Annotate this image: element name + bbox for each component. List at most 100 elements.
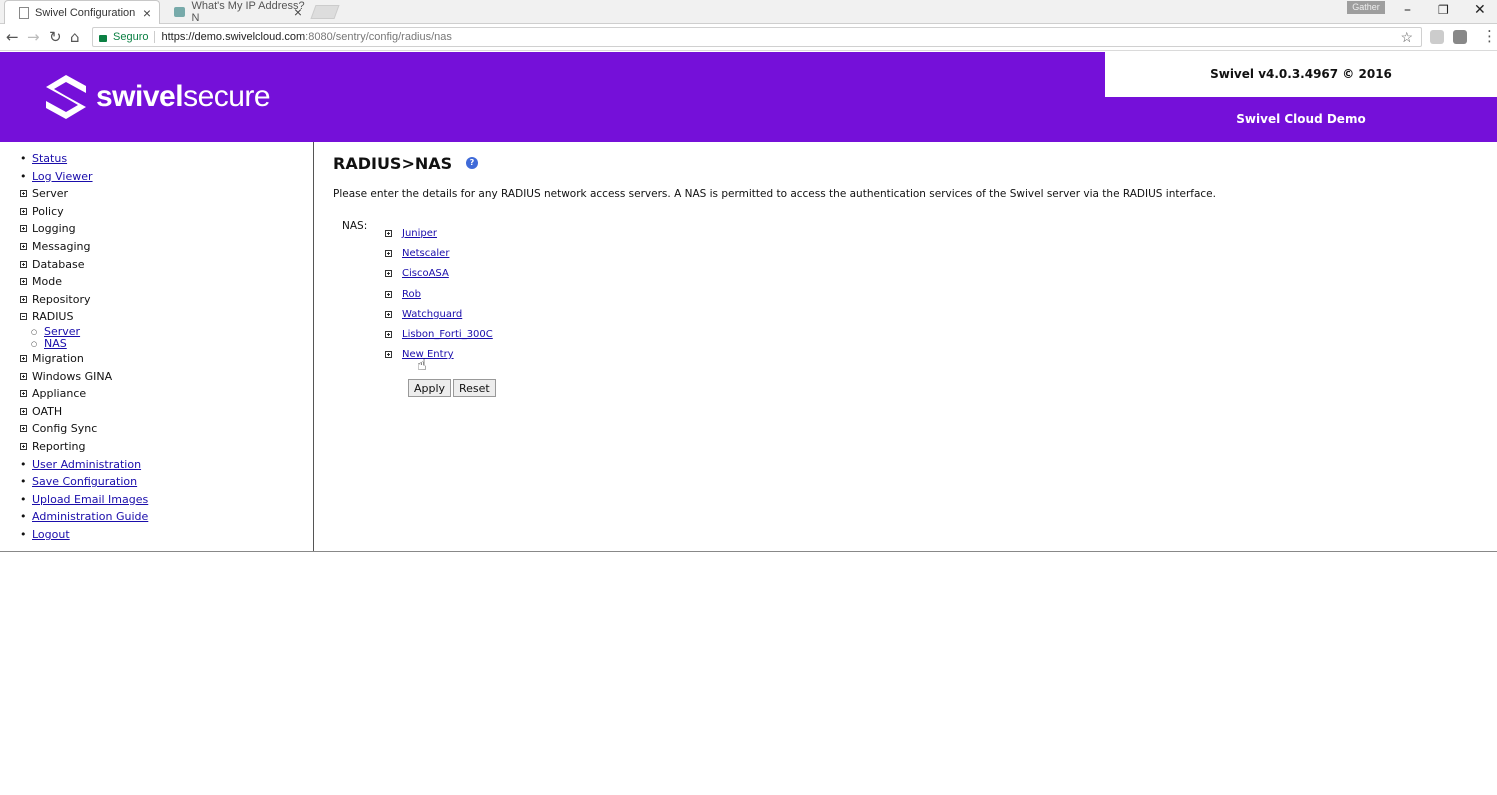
- sidebar-item-label: Windows GINA: [32, 369, 113, 383]
- expand-icon[interactable]: [20, 190, 27, 198]
- expand-icon[interactable]: [20, 260, 27, 268]
- sidebar-item-label: Server: [32, 187, 69, 201]
- expand-icon[interactable]: [385, 270, 392, 278]
- sidebar-item-user-administration: User Administration: [20, 456, 313, 474]
- sidebar-item-label: Config Sync: [32, 422, 98, 436]
- sidebar-item-label: Repository: [32, 292, 91, 306]
- sidebar-link-user-administration[interactable]: User Administration: [32, 458, 141, 471]
- expand-icon[interactable]: [385, 290, 392, 298]
- expand-icon[interactable]: [20, 278, 27, 286]
- nas-entry-link[interactable]: Rob: [402, 289, 421, 300]
- extension-lock-icon[interactable]: [1453, 30, 1467, 44]
- sidebar-link-administration-guide[interactable]: Administration Guide: [32, 510, 148, 523]
- apply-button[interactable]: Apply: [408, 379, 452, 397]
- tab-whats-my-ip[interactable]: What's My IP Address? N ×: [160, 0, 310, 24]
- reload-icon[interactable]: ↻: [49, 28, 62, 46]
- sidebar-item-label: Reporting: [32, 439, 86, 453]
- expand-icon[interactable]: [20, 372, 27, 380]
- sidebar-link-save-configuration[interactable]: Save Configuration: [32, 475, 137, 488]
- sidebar-item-label: Database: [32, 257, 85, 271]
- nas-entry-link[interactable]: Juniper: [402, 228, 437, 239]
- help-icon[interactable]: ?: [466, 157, 478, 169]
- sidebar-item-repository[interactable]: Repository: [20, 291, 313, 309]
- sidebar-link-radius-nas[interactable]: NAS: [44, 337, 67, 350]
- expand-icon[interactable]: [20, 390, 27, 398]
- forward-icon[interactable]: →: [27, 28, 40, 46]
- sidebar-item-appliance[interactable]: Appliance: [20, 385, 313, 403]
- swivelsecure-logo: swivelsecure: [46, 75, 271, 119]
- expand-icon[interactable]: [20, 425, 27, 433]
- expand-icon[interactable]: [20, 207, 27, 215]
- expand-icon[interactable]: [20, 354, 27, 362]
- sidebar-item-radius[interactable]: RADIUS: [20, 308, 313, 326]
- sidebar-link-logout[interactable]: Logout: [32, 528, 70, 541]
- sidebar-item-messaging[interactable]: Messaging: [20, 238, 313, 256]
- version-label: Swivel v4.0.3.4967 © 2016: [1105, 52, 1497, 97]
- sidebar-item-status: Status: [20, 150, 313, 168]
- sidebar-link-status[interactable]: Status: [32, 152, 67, 165]
- nas-entry-link[interactable]: Netscaler: [402, 248, 449, 259]
- sidebar-nav: Status Log Viewer Server Policy Logging …: [0, 142, 314, 552]
- instance-name: Swivel Cloud Demo: [1236, 112, 1366, 126]
- back-icon[interactable]: ←: [6, 28, 19, 46]
- collapse-icon[interactable]: [20, 313, 27, 321]
- tab-title: Swivel Configuration: [35, 6, 136, 19]
- expand-icon[interactable]: [385, 310, 392, 318]
- url-host: https://demo.swivelcloud.com: [161, 31, 306, 43]
- sidebar-item-reporting[interactable]: Reporting: [20, 438, 313, 456]
- expand-icon[interactable]: [20, 242, 27, 250]
- new-tab-button[interactable]: [310, 5, 340, 19]
- nas-entry-link[interactable]: Watchguard: [402, 309, 462, 320]
- sidebar-item-log-viewer: Log Viewer: [20, 168, 313, 186]
- window-close-icon[interactable]: ✕: [1474, 2, 1486, 18]
- extension-icon[interactable]: [1430, 30, 1444, 44]
- divider: [154, 31, 156, 43]
- logo-text-light: secure: [183, 80, 271, 113]
- expand-icon[interactable]: [20, 225, 27, 233]
- menu-icon[interactable]: ⋮: [1482, 27, 1497, 45]
- sidebar-item-policy[interactable]: Policy: [20, 203, 313, 221]
- minimize-icon[interactable]: –: [1404, 2, 1411, 18]
- sidebar-item-mode[interactable]: Mode: [20, 273, 313, 291]
- close-tab-icon[interactable]: ×: [294, 4, 302, 20]
- expand-icon[interactable]: [20, 295, 27, 303]
- lock-icon: [99, 34, 107, 42]
- new-entry-link[interactable]: New Entry: [402, 349, 454, 360]
- sidebar-item-logging[interactable]: Logging: [20, 220, 313, 238]
- nas-entry-link[interactable]: Lisbon_Forti_300C: [402, 329, 493, 340]
- expand-icon[interactable]: [20, 442, 27, 450]
- sidebar-item-migration[interactable]: Migration: [20, 350, 313, 368]
- url-path: :8080/sentry/config/radius/nas: [305, 31, 452, 43]
- browser-tab-bar: Swivel Configuration × What's My IP Addr…: [0, 0, 1497, 24]
- sidebar-item-administration-guide: Administration Guide: [20, 508, 313, 526]
- sidebar-item-server[interactable]: Server: [20, 185, 313, 203]
- expand-icon[interactable]: [385, 250, 392, 258]
- sidebar-item-oath[interactable]: OATH: [20, 403, 313, 421]
- address-bar[interactable]: Seguro https://demo.swivelcloud.com :808…: [92, 27, 1422, 47]
- site-icon: [174, 7, 186, 17]
- page-icon: [19, 6, 29, 19]
- profile-badge[interactable]: Gather: [1347, 1, 1385, 14]
- nas-label: NAS:: [342, 220, 368, 232]
- sidebar-item-upload-email-images: Upload Email Images: [20, 491, 313, 509]
- sidebar-item-database[interactable]: Database: [20, 256, 313, 274]
- sidebar-link-log-viewer[interactable]: Log Viewer: [32, 170, 93, 183]
- restore-icon[interactable]: ❐: [1438, 3, 1449, 17]
- bookmark-star-icon[interactable]: ☆: [1400, 29, 1413, 46]
- close-tab-icon[interactable]: ×: [143, 5, 151, 21]
- sidebar-item-config-sync[interactable]: Config Sync: [20, 420, 313, 438]
- expand-icon[interactable]: [20, 407, 27, 415]
- sidebar-item-label: Migration: [32, 351, 84, 365]
- sidebar-item-logout: Logout: [20, 526, 313, 544]
- reset-button[interactable]: Reset: [453, 379, 496, 397]
- tab-swivel-configuration[interactable]: Swivel Configuration ×: [4, 0, 160, 24]
- sidebar-item-label: Policy: [32, 204, 64, 218]
- expand-icon[interactable]: [385, 351, 392, 359]
- sidebar-link-upload-email-images[interactable]: Upload Email Images: [32, 493, 148, 506]
- sidebar-item-windows-gina[interactable]: Windows GINA: [20, 368, 313, 386]
- page-title: RADIUS>NAS: [333, 154, 453, 173]
- nas-entry-link[interactable]: CiscoASA: [402, 268, 449, 279]
- expand-icon[interactable]: [385, 230, 392, 237]
- home-icon[interactable]: ⌂: [70, 28, 80, 46]
- expand-icon[interactable]: [385, 330, 392, 338]
